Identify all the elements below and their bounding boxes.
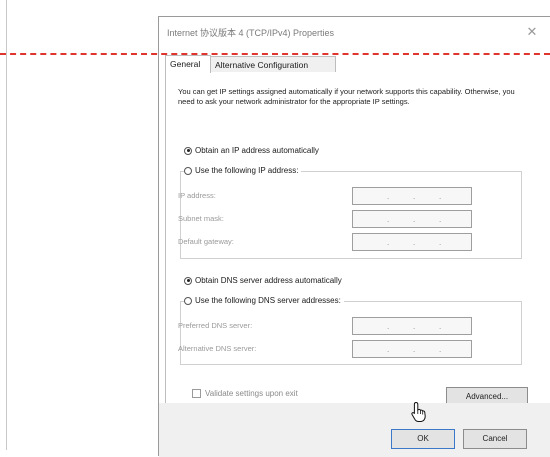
ip-separator: . <box>413 322 416 331</box>
window-title: Internet 协议版本 4 (TCP/IPv4) Properties <box>167 28 335 38</box>
radio-use-following-dns[interactable]: Use the following DNS server addresses: <box>184 295 344 307</box>
radio-obtain-ip-auto[interactable]: Obtain an IP address automatically <box>184 145 322 157</box>
alternative-dns-input[interactable]: . . . <box>352 340 472 358</box>
ip-separator: . <box>387 192 390 201</box>
cancel-button[interactable]: Cancel <box>463 429 527 449</box>
ip-separator: . <box>439 192 442 201</box>
radio-use-following-ip-label: Use the following IP address: <box>195 166 299 175</box>
validate-settings-checkbox[interactable] <box>192 389 201 399</box>
close-icon[interactable]: ✕ <box>523 23 541 41</box>
default-gateway-label: Default gateway: <box>178 237 234 246</box>
validate-settings-checkbox-row[interactable]: Validate settings upon exit <box>192 389 298 399</box>
default-gateway-input[interactable]: . . . <box>352 233 472 251</box>
radio-button-icon[interactable] <box>184 296 192 305</box>
preferred-dns-input[interactable]: . . . <box>352 317 472 335</box>
radio-obtain-ip-auto-label: Obtain an IP address automatically <box>195 146 319 155</box>
ip-separator: . <box>439 322 442 331</box>
subnet-mask-label: Subnet mask: <box>178 214 224 223</box>
validate-settings-label: Validate settings upon exit <box>205 389 298 398</box>
ip-separator: . <box>413 192 416 201</box>
radio-use-following-dns-label: Use the following DNS server addresses: <box>195 296 341 305</box>
radio-obtain-dns-auto-label: Obtain DNS server address automatically <box>195 276 342 285</box>
ip-separator: . <box>439 345 442 354</box>
alternative-dns-label: Alternative DNS server: <box>178 344 257 353</box>
description-text: You can get IP settings assigned automat… <box>178 87 515 106</box>
ip-separator: . <box>387 238 390 247</box>
ip-separator: . <box>413 345 416 354</box>
radio-button-checked-icon[interactable] <box>184 146 192 155</box>
red-dashed-guide-line <box>0 53 550 55</box>
radio-button-icon[interactable] <box>184 166 192 175</box>
ip-address-label: IP address: <box>178 191 216 200</box>
dialog-footer: OK Cancel <box>159 403 550 457</box>
ip-separator: . <box>387 215 390 224</box>
hand-pointer-cursor-icon <box>411 401 426 422</box>
ip-separator: . <box>413 215 416 224</box>
tab-general[interactable]: General <box>165 55 211 73</box>
tcpip-properties-dialog: Internet 协议版本 4 (TCP/IPv4) Properties ✕ … <box>158 16 550 457</box>
ip-address-input[interactable]: . . . <box>352 187 472 205</box>
subnet-mask-input[interactable]: . . . <box>352 210 472 228</box>
ip-separator: . <box>439 215 442 224</box>
ok-button[interactable]: OK <box>391 429 455 449</box>
ip-separator: . <box>439 238 442 247</box>
title-bar[interactable]: Internet 协议版本 4 (TCP/IPv4) Properties ✕ <box>159 17 550 49</box>
radio-button-checked-icon[interactable] <box>184 276 192 285</box>
page-left-border <box>6 0 7 450</box>
ip-separator: . <box>387 345 390 354</box>
preferred-dns-label: Preferred DNS server: <box>178 321 253 330</box>
tab-alternative-configuration[interactable]: Alternative Configuration <box>210 56 336 72</box>
radio-obtain-dns-auto[interactable]: Obtain DNS server address automatically <box>184 275 345 287</box>
general-tab-panel: You can get IP settings assigned automat… <box>165 73 550 407</box>
tab-strip: General Alternative Configuration <box>165 55 550 74</box>
radio-use-following-ip[interactable]: Use the following IP address: <box>184 165 302 177</box>
ip-separator: . <box>387 322 390 331</box>
ip-separator: . <box>413 238 416 247</box>
